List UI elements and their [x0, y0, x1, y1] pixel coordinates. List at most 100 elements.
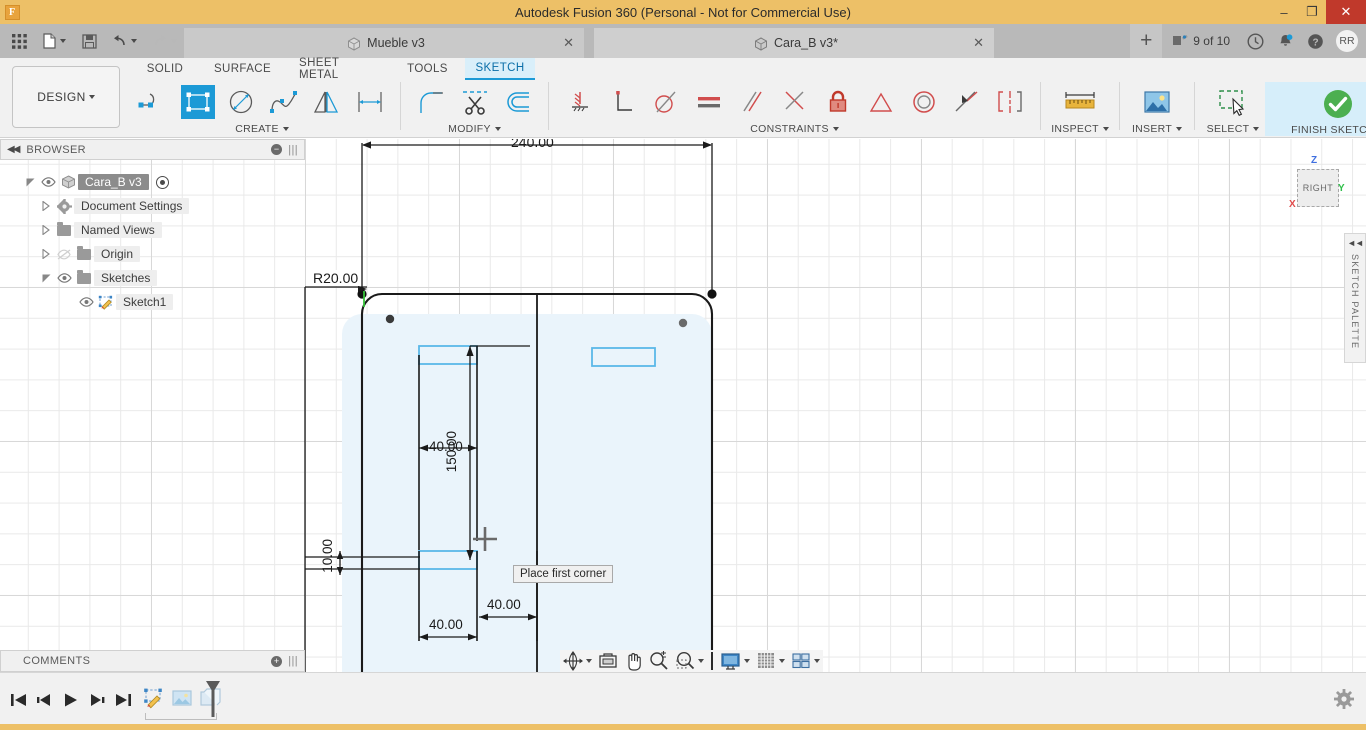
visibility-eye-off-icon[interactable]	[54, 249, 74, 260]
curvature-constraint[interactable]	[988, 82, 1031, 122]
grid-snaps-tool[interactable]	[753, 650, 788, 672]
view-cube-face[interactable]: RIGHT	[1297, 169, 1339, 207]
perpendicular-constraint[interactable]	[601, 82, 644, 122]
select-tool[interactable]	[1212, 82, 1255, 122]
fillet-tool[interactable]	[410, 82, 453, 122]
panel-insert-label[interactable]: INSERT	[1132, 122, 1182, 135]
browser-item-sketch1[interactable]: Sketch1	[0, 290, 305, 314]
recent-icon[interactable]	[1240, 24, 1270, 58]
app-grid-icon[interactable]	[4, 24, 34, 58]
activate-component-icon[interactable]	[153, 176, 173, 189]
job-status[interactable]: 9 of 10	[1162, 34, 1240, 49]
workspace-switcher[interactable]: DESIGN	[12, 66, 120, 128]
redo-icon[interactable]	[144, 24, 184, 58]
timeline-play[interactable]	[60, 687, 82, 713]
sketch-dimension-tool[interactable]	[348, 82, 391, 122]
panel-create-label[interactable]: CREATE	[235, 122, 289, 135]
dim-bottom-left-width-label[interactable]: 40.00	[429, 617, 463, 632]
parallel-constraint[interactable]	[730, 82, 773, 122]
tab-close-icon[interactable]: ✕	[563, 35, 574, 51]
rectangle-tool[interactable]	[176, 82, 219, 122]
timeline-step-back[interactable]	[34, 687, 56, 713]
minimize-button[interactable]: –	[1270, 0, 1298, 24]
add-comment-icon[interactable]: +	[271, 656, 282, 667]
panel-constraints-label[interactable]: CONSTRAINTS	[750, 122, 839, 135]
pan-tool[interactable]	[621, 650, 646, 672]
timeline-step-forward[interactable]	[86, 687, 108, 713]
expand-arrow-icon[interactable]	[38, 225, 54, 235]
dim-bottom-right-width-label[interactable]: 40.00	[487, 597, 521, 612]
tab-mueble[interactable]: Mueble v3 ✕	[184, 28, 584, 58]
visibility-eye-icon[interactable]	[76, 297, 96, 307]
maximize-button[interactable]: ❐	[1298, 0, 1326, 24]
mirror-tool[interactable]	[305, 82, 348, 122]
browser-item-cara-b[interactable]: Cara_B v3	[0, 170, 305, 194]
zoom-tool[interactable]	[646, 650, 672, 672]
midpoint-constraint[interactable]	[773, 82, 816, 122]
browser-collapse-all-icon[interactable]: −	[271, 144, 282, 155]
display-settings-tool[interactable]	[717, 650, 753, 672]
measure-tool[interactable]	[1059, 82, 1102, 122]
expand-arrow-icon[interactable]	[38, 201, 54, 211]
symmetry-constraint[interactable]	[945, 82, 988, 122]
browser-item-sketches[interactable]: Sketches	[0, 266, 305, 290]
save-icon[interactable]	[74, 24, 104, 58]
browser-item-document-settings[interactable]: Document Settings	[0, 194, 305, 218]
expand-arrow-icon[interactable]	[38, 274, 54, 283]
fix-unfix-constraint[interactable]	[816, 82, 859, 122]
help-icon[interactable]: ?	[1300, 24, 1330, 58]
dim-slot-height-label[interactable]: 150.00	[444, 431, 459, 472]
view-cube[interactable]: RIGHT Z X Y	[1285, 155, 1345, 215]
equal-constraint[interactable]	[687, 82, 730, 122]
panel-select-label[interactable]: SELECT	[1207, 122, 1260, 135]
expand-arrow-icon[interactable]	[22, 178, 38, 187]
ribbon-tab-solid[interactable]: SOLID	[130, 58, 200, 80]
browser-item-origin[interactable]: Origin	[0, 242, 305, 266]
ribbon-tab-surface[interactable]: SURFACE	[200, 58, 285, 80]
dim-overall-width-label[interactable]: 240.00	[511, 139, 554, 150]
circle-tool[interactable]	[219, 82, 262, 122]
panel-inspect-label[interactable]: INSPECT	[1051, 122, 1109, 135]
timeline-marker[interactable]	[205, 681, 221, 715]
ribbon-tab-tools[interactable]: TOOLS	[390, 58, 465, 80]
new-tab-button[interactable]: +	[1130, 24, 1162, 58]
dim-corner-radius-label[interactable]: R20.00	[312, 270, 359, 286]
expand-arrow-icon[interactable]	[38, 249, 54, 259]
timeline-go-to-end[interactable]	[112, 687, 134, 713]
panel-finish-sketch-label[interactable]: FINISH SKETCH	[1291, 124, 1366, 136]
browser-item-named-views[interactable]: Named Views	[0, 218, 305, 242]
offset-tool[interactable]	[496, 82, 539, 122]
timeline-feature-sketch[interactable]	[142, 686, 166, 710]
tab-close-icon[interactable]: ✕	[973, 35, 984, 51]
sketch-palette-rail[interactable]: ◄◄ SKETCH PALETTE	[1344, 233, 1366, 363]
timeline-settings-gear-icon[interactable]	[1334, 689, 1354, 709]
look-at-tool[interactable]	[595, 650, 621, 672]
comments-panel[interactable]: COMMENTS + |||	[0, 650, 305, 672]
ribbon-tab-sketch[interactable]: SKETCH	[465, 58, 535, 80]
trim-tool[interactable]	[453, 82, 496, 122]
finish-sketch-button[interactable]	[1308, 84, 1366, 124]
visibility-eye-icon[interactable]	[54, 273, 74, 283]
file-menu-icon[interactable]	[34, 24, 74, 58]
tangent-constraint[interactable]	[644, 82, 687, 122]
user-avatar[interactable]: RR	[1336, 30, 1358, 52]
visibility-eye-icon[interactable]	[38, 177, 58, 187]
panel-modify-label[interactable]: MODIFY	[448, 122, 501, 135]
undo-icon[interactable]	[104, 24, 144, 58]
collapse-browser-icon[interactable]: ◀◀	[7, 144, 18, 155]
horizontal-vertical-constraint[interactable]	[558, 82, 601, 122]
insert-image-tool[interactable]	[1136, 82, 1179, 122]
dim-bottom-offset-label[interactable]: 10.00	[320, 539, 335, 573]
viewports-tool[interactable]	[788, 650, 823, 672]
collinear-constraint[interactable]	[902, 82, 945, 122]
close-button[interactable]: ✕	[1326, 0, 1366, 24]
timeline-go-to-beginning[interactable]	[8, 687, 30, 713]
comments-grip-icon[interactable]: |||	[288, 655, 298, 667]
concentric-constraint[interactable]	[859, 82, 902, 122]
expand-icon[interactable]: ◄◄	[1347, 238, 1363, 248]
timeline-feature-canvas[interactable]	[170, 686, 194, 710]
ribbon-tab-sheet-metal[interactable]: SHEET METAL	[285, 58, 390, 80]
tab-cara-b[interactable]: Cara_B v3* ✕	[594, 28, 994, 58]
browser-grip-icon[interactable]: |||	[288, 144, 298, 156]
spline-tool[interactable]	[262, 82, 305, 122]
